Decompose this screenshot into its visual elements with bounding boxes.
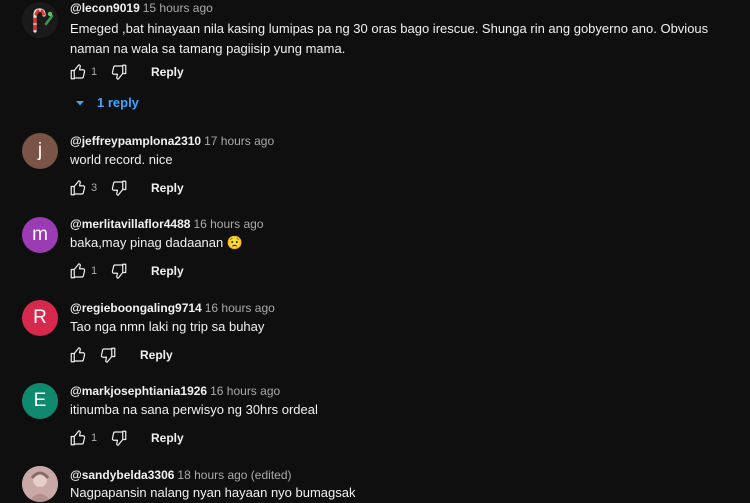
dislike-button[interactable] xyxy=(109,62,129,82)
dislike-button[interactable] xyxy=(98,345,118,365)
comment-timestamp[interactable]: 16 hours ago xyxy=(205,301,275,315)
comment-text: baka,may pinag dadaanan 😟 xyxy=(70,235,244,250)
comment-text: Nagpapansin nalang nyan hayaan nyo bumag… xyxy=(70,485,356,500)
reply-button[interactable]: Reply xyxy=(151,181,184,195)
chevron-down-icon xyxy=(76,100,84,105)
comment-actions: Reply xyxy=(68,345,173,365)
comment-author[interactable]: @regieboongaling9714 xyxy=(70,301,202,315)
thumbs-down-icon xyxy=(111,64,127,80)
candy-cane-avatar-icon xyxy=(22,2,58,38)
thumbs-down-icon xyxy=(111,263,127,279)
avatar-letter: R xyxy=(33,307,47,328)
like-button[interactable] xyxy=(68,178,88,198)
comment-author[interactable]: @sandybelda3306 xyxy=(70,468,174,482)
comment-header: @regieboongaling9714 16 hours ago xyxy=(70,301,275,315)
avatar[interactable]: E xyxy=(22,383,58,419)
comment-timestamp[interactable]: 18 hours ago (edited) xyxy=(177,468,291,482)
comment-text: itinumba na sana perwisyo ng 30hrs ordea… xyxy=(70,402,318,417)
comment-actions: 1 Reply xyxy=(68,261,184,281)
comment-header: @lecon9019 15 hours ago xyxy=(70,1,213,15)
reply-button[interactable]: Reply xyxy=(151,264,184,278)
comment-timestamp[interactable]: 15 hours ago xyxy=(143,1,213,15)
thumbs-down-icon xyxy=(111,430,127,446)
comment-author[interactable]: @merlitavillaflor4488 xyxy=(70,217,190,231)
comment-actions: 1 Reply xyxy=(68,62,184,82)
comment-header: @jeffreypamplona2310 17 hours ago xyxy=(70,134,274,148)
comment-text: Tao nga nmn laki ng trip sa buhay xyxy=(70,319,265,334)
comment-header: @sandybelda3306 18 hours ago (edited) xyxy=(70,468,292,482)
like-count: 1 xyxy=(91,432,98,444)
thumbs-up-icon xyxy=(70,64,86,80)
comment-timestamp[interactable]: 17 hours ago xyxy=(204,134,274,148)
avatar[interactable] xyxy=(22,2,58,38)
comment-actions: 3 Reply xyxy=(68,178,184,198)
avatar-letter: m xyxy=(32,224,48,245)
reply-button[interactable]: Reply xyxy=(151,431,184,445)
thumbs-up-icon xyxy=(70,430,86,446)
thumbs-up-icon xyxy=(70,263,86,279)
dislike-button[interactable] xyxy=(109,428,129,448)
comment-actions: 1 Reply xyxy=(68,428,184,448)
comment-author[interactable]: @markjosephtiania1926 xyxy=(70,384,207,398)
thumbs-up-icon xyxy=(70,347,86,363)
like-count: 1 xyxy=(91,66,98,78)
reply-button[interactable]: Reply xyxy=(151,65,184,79)
comment-text: world record. nice xyxy=(70,152,173,167)
comment-timestamp[interactable]: 16 hours ago xyxy=(193,217,263,231)
comment-text: Emeged ,bat hinayaan nila kasing lumipas… xyxy=(70,21,709,56)
thumbs-down-icon xyxy=(100,347,116,363)
avatar-letter: j xyxy=(37,140,43,161)
dislike-button[interactable] xyxy=(109,261,129,281)
avatar[interactable]: m xyxy=(22,217,58,253)
photo-avatar-icon xyxy=(22,466,58,502)
thumbs-down-icon xyxy=(111,180,127,196)
dislike-button[interactable] xyxy=(109,178,129,198)
like-button[interactable] xyxy=(68,62,88,82)
like-button[interactable] xyxy=(68,345,88,365)
avatar[interactable]: R xyxy=(22,300,58,336)
thumbs-up-icon xyxy=(70,180,86,196)
avatar-letter: E xyxy=(33,390,47,411)
reply-button[interactable]: Reply xyxy=(140,348,173,362)
comment-header: @merlitavillaflor4488 16 hours ago xyxy=(70,217,264,231)
view-replies-button[interactable]: 1 reply xyxy=(74,95,139,110)
like-button[interactable] xyxy=(68,261,88,281)
like-count: 3 xyxy=(91,182,98,194)
comment-author[interactable]: @lecon9019 xyxy=(70,1,140,15)
like-count: 1 xyxy=(91,265,98,277)
like-button[interactable] xyxy=(68,428,88,448)
comment-author[interactable]: @jeffreypamplona2310 xyxy=(70,134,201,148)
replies-count-label: 1 reply xyxy=(97,95,139,110)
comment-header: @markjosephtiania1926 16 hours ago xyxy=(70,384,280,398)
avatar[interactable] xyxy=(22,466,58,502)
avatar[interactable]: j xyxy=(22,133,58,169)
comment-timestamp[interactable]: 16 hours ago xyxy=(210,384,280,398)
